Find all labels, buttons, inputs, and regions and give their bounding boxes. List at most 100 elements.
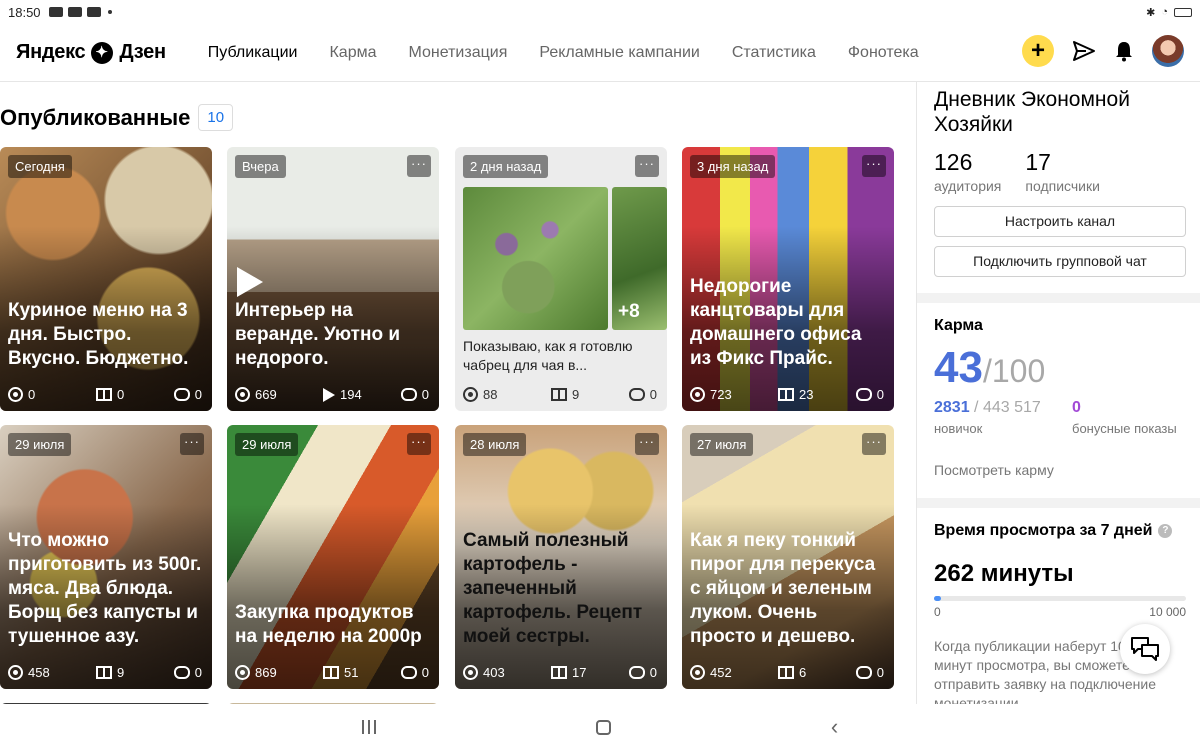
status-right: ✱ ◔	[1146, 6, 1192, 19]
eye-icon	[8, 387, 23, 402]
reads-count: 17	[572, 665, 587, 680]
nav-publications[interactable]: Публикации	[208, 44, 298, 62]
card-more-button[interactable]: ···	[635, 155, 659, 177]
reads-count: 23	[799, 387, 814, 402]
audience-label: аудитория	[934, 178, 1002, 194]
views-stat: 669	[235, 387, 323, 402]
publication-card[interactable]: 2 дня назад ··· +8 Показываю, как я гото…	[455, 147, 667, 411]
comment-icon	[173, 666, 190, 679]
card-stats: 869 51 0	[235, 665, 429, 680]
bonus-value: 0	[1072, 399, 1081, 416]
card-more-button[interactable]: ···	[407, 155, 431, 177]
card-date: 29 июля	[235, 433, 299, 456]
publication-card[interactable]: Вчера ··· Интерьер на веранде. Уютно и н…	[227, 147, 439, 411]
comments-stat[interactable]: 0	[173, 387, 202, 402]
zen-logo[interactable]: Яндекс Дзен	[16, 41, 166, 64]
section-header: Опубликованные 10	[0, 104, 234, 131]
reads-count: 9	[572, 387, 580, 402]
card-more-button[interactable]: ···	[635, 433, 659, 455]
chat-icon	[1131, 637, 1159, 661]
publication-card[interactable]: 29 июля ··· Что можно приготовить из 500…	[0, 425, 212, 689]
nav-phonoteka[interactable]: Фонотека	[848, 44, 919, 62]
comments-stat[interactable]: 0	[855, 665, 884, 680]
channel-block: Дневник Экономной Хозяйки 126 аудитория …	[917, 82, 1200, 303]
reads-stat: 0	[96, 387, 172, 402]
watch-progress-bar	[934, 596, 1186, 601]
back-icon[interactable]: ‹	[831, 714, 838, 740]
battery-icon	[1174, 7, 1192, 17]
avatar[interactable]	[1152, 35, 1184, 67]
nav-karma[interactable]: Карма	[329, 44, 376, 62]
comments-stat[interactable]: 0	[628, 387, 657, 402]
plays-stat: 194	[323, 387, 399, 402]
views-stat: 452	[690, 665, 778, 680]
card-more-button[interactable]: ···	[180, 433, 204, 455]
publication-card[interactable]: 29 июля ··· Закупка продуктов на неделю …	[227, 425, 439, 689]
help-icon[interactable]: ?	[1158, 524, 1173, 538]
views-stat: 458	[8, 665, 96, 680]
book-icon	[323, 666, 339, 679]
setup-channel-button[interactable]: Настроить канал	[934, 206, 1186, 237]
reads-stat: 6	[778, 665, 854, 680]
progress-labels: 0 10 000	[934, 605, 1186, 619]
card-title: Интерьер на веранде. Уютно и недорого.	[235, 300, 401, 369]
views-count: 403	[483, 665, 505, 680]
publication-card[interactable]: 27 июля ··· Как я пеку тонкий пирог для …	[682, 425, 894, 689]
eye-icon	[690, 387, 705, 402]
karma-max: /100	[982, 353, 1046, 389]
comments-stat[interactable]: 0	[855, 387, 884, 402]
place-value: 2831	[934, 399, 970, 416]
comments-stat[interactable]: 0	[628, 665, 657, 680]
nav-statistics[interactable]: Статистика	[732, 44, 816, 62]
card-date: 2 дня назад	[463, 155, 549, 178]
eye-icon	[8, 665, 23, 680]
top-header: Яндекс Дзен Публикации Карма Монетизация…	[0, 24, 1200, 82]
card-more-button[interactable]: ···	[862, 155, 886, 177]
bluetooth-icon: ✱	[1146, 6, 1156, 19]
recent-apps-icon[interactable]	[361, 720, 376, 734]
nav-monetization[interactable]: Монетизация	[408, 44, 507, 62]
comment-icon	[628, 666, 645, 679]
karma-block: Карма 43/100 2831 / 443 517 новичок 0 бо…	[917, 303, 1200, 508]
watch-title-text: Время просмотра за 7 дней	[934, 522, 1153, 539]
comment-icon	[400, 388, 417, 401]
chat-fab-button[interactable]	[1120, 624, 1170, 674]
gallery-photo	[463, 187, 608, 330]
send-icon[interactable]	[1072, 40, 1096, 62]
card-stats: 403 17 0	[463, 665, 657, 680]
karma-bonus: 0 бонусные показы	[1072, 399, 1177, 436]
reads-count: 9	[117, 665, 125, 680]
card-title: Показываю, как я готовлю чабрец для чая …	[463, 338, 633, 373]
views-stat: 869	[235, 665, 323, 680]
book-icon	[778, 388, 794, 401]
create-button[interactable]: +	[1022, 35, 1054, 67]
view-karma-link[interactable]: Посмотреть карму	[934, 462, 1184, 498]
comments-stat[interactable]: 0	[173, 665, 202, 680]
nav-ad-campaigns[interactable]: Рекламные кампании	[539, 44, 699, 62]
card-more-button[interactable]: ···	[862, 433, 886, 455]
reads-count: 6	[799, 665, 807, 680]
card-more-button[interactable]: ···	[407, 433, 431, 455]
logo-text-yandex: Яндекс	[16, 41, 86, 63]
gallery-photo: +8	[612, 187, 667, 330]
publication-card[interactable]: 28 июля ··· Самый полезный картофель - з…	[455, 425, 667, 689]
reads-stat: 9	[551, 387, 627, 402]
publication-card[interactable]: Сегодня Куриное меню на 3 дня. Быстро. В…	[0, 147, 212, 411]
subscribers-value: 17	[1025, 149, 1051, 175]
card-date: Сегодня	[8, 155, 72, 178]
comment-icon	[855, 388, 872, 401]
comments-stat[interactable]: 0	[400, 665, 429, 680]
karma-details: 2831 / 443 517 новичок 0 бонусные показы	[934, 399, 1184, 436]
play-icon[interactable]	[237, 267, 263, 297]
progress-max: 10 000	[1149, 605, 1186, 619]
group-chat-button[interactable]: Подключить групповой чат	[934, 246, 1186, 277]
comments-stat[interactable]: 0	[400, 387, 429, 402]
card-title: Недорогие канцтовары для домашнего офиса…	[690, 276, 862, 369]
audience-metric: 126 аудитория	[934, 149, 1001, 194]
home-icon[interactable]	[595, 719, 611, 735]
channel-name[interactable]: Дневник Экономной Хозяйки	[934, 82, 1184, 137]
bell-icon[interactable]	[1114, 40, 1134, 62]
reads-stat: 17	[551, 665, 627, 680]
karma-title: Карма	[934, 317, 983, 334]
publication-card[interactable]: 3 дня назад ··· Недорогие канцтовары для…	[682, 147, 894, 411]
